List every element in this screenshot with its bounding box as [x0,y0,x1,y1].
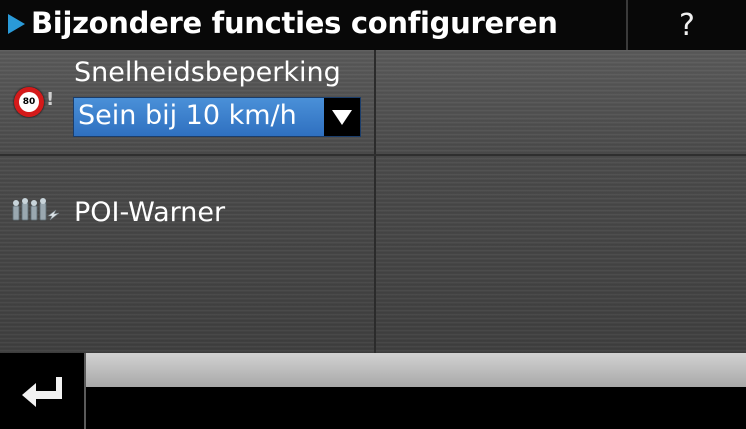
settings-panel: 80 ! Snelheidsbeperking Sein bij 10 km/h [0,50,746,353]
speed-limit-sign-icon: 80 [14,87,44,117]
speed-limit-label: Snelheidsbeperking [74,57,341,88]
help-button[interactable]: ? [628,0,746,50]
setting-speed-limit: 80 ! Snelheidsbeperking Sein bij 10 km/h [0,50,374,154]
poi-warner-label: POI-Warner [74,197,226,228]
page-title: Bijzondere functies configureren [31,6,558,40]
empty-cell [376,50,746,154]
row-divider [0,154,746,156]
speed-limit-dropdown[interactable]: Sein bij 10 km/h [73,97,361,137]
speed-limit-selected-value: Sein bij 10 km/h [78,100,297,131]
title-bar: Bijzondere functies configureren ? [0,0,746,50]
setting-poi-warner[interactable]: POI-Warner [0,156,374,353]
poi-warner-icon [12,198,60,221]
return-arrow-icon [22,377,62,407]
back-divider [84,353,86,429]
empty-cell [376,156,746,353]
warning-mark-icon: ! [46,89,55,110]
chevron-down-icon[interactable] [324,98,360,136]
screen: Bijzondere functies configureren ? 80 ! … [0,0,746,429]
bottom-bar-strip [86,353,746,387]
title-arrow-icon [8,14,25,34]
speed-limit-sign-value: 80 [19,92,39,112]
column-divider [374,50,376,353]
back-button[interactable] [0,353,84,429]
bottom-bar [0,353,746,429]
